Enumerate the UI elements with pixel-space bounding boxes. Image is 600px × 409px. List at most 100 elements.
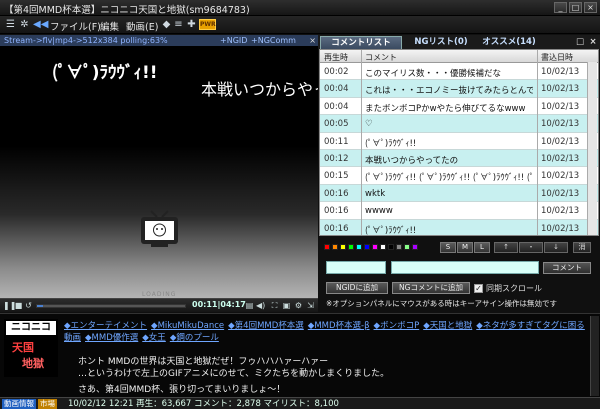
video-player[interactable]: (ﾟ∀ﾟ)ﾗｳｳﾞｨ!! 本戦いつからやっ LOADING <box>0 46 318 298</box>
row-date: 10/02/13 <box>541 223 580 234</box>
row-time: 00:16 <box>324 206 349 217</box>
comment-input[interactable] <box>391 261 539 274</box>
close-icon[interactable]: × <box>309 35 316 46</box>
column-header[interactable]: コメント <box>365 52 397 63</box>
fullscreen-icon[interactable]: ⛶ <box>270 301 279 310</box>
danmaku-comment: (ﾟ∀ﾟ)ﾗｳｳﾞｨ!! <box>52 63 158 83</box>
niconico-logo: ニコニコ 天国 地獄 <box>4 319 58 377</box>
row-time: 00:16 <box>324 223 349 234</box>
logo-icon[interactable]: PWR <box>199 19 216 30</box>
color-swatch[interactable] <box>404 244 410 250</box>
volume-icon[interactable]: ◀) <box>256 301 265 310</box>
color-swatch[interactable] <box>356 244 362 250</box>
ngid-add-button[interactable]: NGIDに追加 <box>326 282 388 294</box>
time-display: 00:11|04:17 <box>192 300 246 309</box>
menu-edit[interactable]: 編集 <box>100 19 119 33</box>
plugin-icon[interactable]: ✚ <box>185 18 198 31</box>
assign-note: ※オプションパネルにマウスがある時はキーアサイン操作は無効です <box>326 299 557 308</box>
stop-icon[interactable]: ■ <box>14 301 23 310</box>
row-time: 00:11 <box>324 136 349 147</box>
comment-toggle-icon[interactable]: ▤ <box>245 301 254 310</box>
menu-file[interactable]: ファイル(F) <box>50 19 101 33</box>
color-swatch[interactable] <box>372 244 378 250</box>
tag-link[interactable]: ◆女王 <box>142 333 166 343</box>
color-swatch[interactable] <box>340 244 346 250</box>
window-titlebar[interactable]: 【第4回MMD杯本選】ニコニコ天国と地獄(sm9684783) _ □ × <box>0 0 600 16</box>
row-date: 10/02/13 <box>541 84 580 95</box>
row-date: 10/02/13 <box>541 67 580 77</box>
panel-tabs: コメントリスト(250) NGリスト(0) オススメ(14) □ × <box>318 35 600 61</box>
tab-recommend[interactable]: オススメ(14) <box>476 36 542 49</box>
position-middle-button[interactable]: ・ <box>519 242 543 253</box>
ngcomment-add-button[interactable]: NGコメントに追加 <box>392 282 470 294</box>
position-bottom-button[interactable]: ↓ <box>544 242 568 253</box>
color-swatch[interactable] <box>332 244 338 250</box>
minimize-button[interactable]: _ <box>554 2 567 13</box>
pause-icon[interactable]: ❚❚ <box>3 301 16 310</box>
size-large-button[interactable]: L <box>474 242 490 253</box>
row-comment: またボンボコPかwやたら伸びてるなwww <box>365 103 526 114</box>
maximize-button[interactable]: □ <box>569 2 582 13</box>
tag-link[interactable]: ◆MMD優作選 <box>85 333 138 343</box>
screenshot-icon[interactable]: ▣ <box>282 301 291 310</box>
size-small-button[interactable]: S <box>440 242 456 253</box>
row-time: 00:04 <box>324 84 349 95</box>
column-header[interactable]: 再生時 <box>324 52 348 63</box>
comment-scrollbar[interactable] <box>587 62 597 235</box>
sort-icon[interactable]: ≡ <box>172 18 185 31</box>
settings-icon[interactable]: ⚙ <box>294 301 303 310</box>
repeat-icon[interactable]: ↺ <box>24 301 33 310</box>
close-button[interactable]: × <box>584 2 597 13</box>
color-swatch[interactable] <box>412 244 418 250</box>
send-comment-button[interactable]: コメント <box>543 262 591 274</box>
market-badge[interactable]: 市場 <box>38 399 57 409</box>
row-date: 10/02/13 <box>541 153 580 164</box>
hamburger-icon[interactable]: ☰ <box>4 18 17 31</box>
description-line: …というわけで左上のGIFアニメにのせて、ミクたちを動かしまくりました。 <box>78 369 390 379</box>
tag-link[interactable]: ◆鋼のプール <box>170 333 219 343</box>
seek-progress <box>37 305 43 307</box>
tag-link[interactable]: ◆MikuMikuDance <box>151 321 224 331</box>
row-date: 10/02/13 <box>541 188 580 199</box>
row-date: 10/02/13 <box>541 101 580 112</box>
seek-bar[interactable] <box>36 304 186 308</box>
panel-close-icon[interactable]: × <box>587 36 599 49</box>
color-swatch[interactable] <box>380 244 386 250</box>
gear-icon[interactable]: ✲ <box>18 18 31 31</box>
tag-link[interactable]: ◆ボンボコP <box>374 321 420 331</box>
back-icon[interactable]: ◀◀ <box>33 18 48 31</box>
color-swatch[interactable] <box>324 244 330 250</box>
color-swatch[interactable] <box>388 244 394 250</box>
description-scrollbar[interactable] <box>590 316 599 396</box>
restore-icon[interactable]: □ <box>574 36 586 49</box>
expand-icon[interactable]: ⇲ <box>306 301 315 310</box>
color-swatch[interactable] <box>348 244 354 250</box>
add-ngid-button[interactable]: +NGID <box>220 35 247 46</box>
tag-link[interactable]: ◆エンターテイメント <box>64 321 147 331</box>
row-comment: (ﾟ∀ﾟ)ﾗｳｳﾞｨ!! <box>365 225 417 236</box>
tag-link[interactable]: ◆MMD杯本選-β <box>308 321 370 331</box>
tag-link[interactable]: ◆天国と地獄 <box>423 321 472 331</box>
column-header[interactable]: 書込日時 <box>541 52 573 63</box>
color-swatch[interactable] <box>396 244 402 250</box>
clear-button[interactable]: 消 <box>573 242 591 253</box>
row-date: 10/02/13 <box>541 119 580 130</box>
tab-comment-list[interactable]: コメントリスト(250) <box>320 36 402 61</box>
size-medium-button[interactable]: M <box>457 242 473 253</box>
sync-scroll-checkbox[interactable]: ✓ <box>474 284 483 293</box>
row-comment: wktk <box>365 188 386 199</box>
video-info-badge[interactable]: 動画情報 <box>2 399 36 409</box>
tab-ng-list[interactable]: NGリスト(0) <box>410 36 472 49</box>
tag-link[interactable]: ◆第4回MMD杯本選 <box>228 321 304 331</box>
video-stats: 10/02/12 12:21 再生：63,667 コメント：2,878 マイリス… <box>68 399 339 409</box>
menu-video[interactable]: 動画(E) <box>126 19 158 33</box>
command-input[interactable] <box>326 261 386 274</box>
row-comment: wwww <box>365 206 393 217</box>
add-ngcomm-button[interactable]: +NGComm <box>251 35 296 46</box>
row-comment: ♡ <box>365 119 373 130</box>
position-top-button[interactable]: ↑ <box>494 242 518 253</box>
color-swatch[interactable] <box>364 244 370 250</box>
player-controls: ❚❚ ■ ↺ 00:11|04:17 ▤ ◀) ⛶ ▣ ⚙ ⇲ <box>0 298 318 312</box>
tag-list: ◆エンターテイメント ◆MikuMikuDance ◆第4回MMD杯本選 ◆MMD杯本… <box>64 320 588 344</box>
row-date: 10/02/13 <box>541 171 580 182</box>
